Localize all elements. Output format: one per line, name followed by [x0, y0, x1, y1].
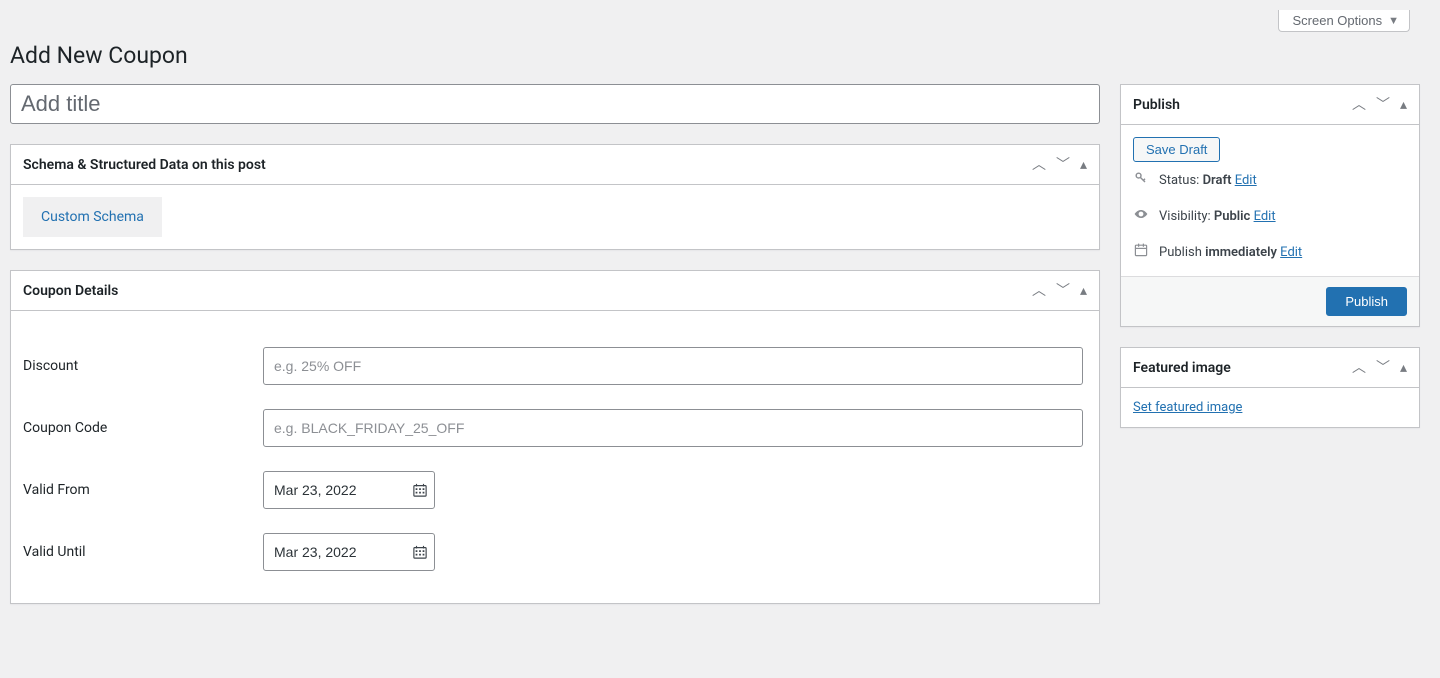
toggle-icon[interactable]: ▴	[1400, 361, 1407, 375]
featured-image-title: Featured image	[1133, 360, 1231, 376]
coupon-code-input[interactable]	[263, 409, 1083, 447]
featured-image-header: Featured image ︿ ﹀ ▴	[1121, 348, 1419, 388]
coupon-details-box: Coupon Details ︿ ﹀ ▴ Discount Coupon Cod…	[10, 270, 1100, 604]
coupon-code-label: Coupon Code	[23, 420, 263, 436]
schedule-text: Publish immediately Edit	[1159, 245, 1302, 260]
publish-box: Publish ︿ ﹀ ▴ Save Draft Status:	[1120, 84, 1420, 327]
coupon-details-header: Coupon Details ︿ ﹀ ▴	[11, 271, 1099, 311]
move-up-icon[interactable]: ︿	[1352, 361, 1366, 375]
featured-image-box: Featured image ︿ ﹀ ▴ Set featured image	[1120, 347, 1420, 428]
schema-box-title: Schema & Structured Data on this post	[23, 157, 266, 173]
move-down-icon[interactable]: ﹀	[1056, 284, 1070, 298]
schema-box: Schema & Structured Data on this post ︿ …	[10, 144, 1100, 250]
publish-button[interactable]: Publish	[1326, 287, 1407, 316]
screen-options-label: Screen Options	[1293, 13, 1383, 28]
eye-icon	[1133, 206, 1149, 226]
screen-options-button[interactable]: Screen Options ▼	[1278, 10, 1411, 32]
move-down-icon[interactable]: ﹀	[1376, 98, 1390, 112]
publish-box-title: Publish	[1133, 97, 1180, 113]
valid-until-input[interactable]	[263, 533, 435, 571]
set-featured-image-link[interactable]: Set featured image	[1133, 400, 1242, 415]
valid-until-label: Valid Until	[23, 544, 263, 560]
schema-box-header: Schema & Structured Data on this post ︿ …	[11, 145, 1099, 185]
valid-from-label: Valid From	[23, 482, 263, 498]
chevron-down-icon: ▼	[1388, 15, 1399, 27]
coupon-title-input[interactable]	[10, 84, 1100, 124]
toggle-icon[interactable]: ▴	[1400, 98, 1407, 112]
move-up-icon[interactable]: ︿	[1032, 284, 1046, 298]
valid-from-input[interactable]	[263, 471, 435, 509]
custom-schema-tab[interactable]: Custom Schema	[23, 197, 162, 237]
calendar-icon	[1133, 242, 1149, 262]
visibility-text: Visibility: Public Edit	[1159, 209, 1276, 224]
page-title: Add New Coupon	[10, 42, 1420, 69]
toggle-icon[interactable]: ▴	[1080, 284, 1087, 298]
toggle-icon[interactable]: ▴	[1080, 158, 1087, 172]
move-down-icon[interactable]: ﹀	[1376, 361, 1390, 375]
status-text: Status: Draft Edit	[1159, 173, 1257, 188]
discount-label: Discount	[23, 358, 263, 374]
move-up-icon[interactable]: ︿	[1032, 158, 1046, 172]
edit-schedule-link[interactable]: Edit	[1280, 245, 1302, 260]
discount-input[interactable]	[263, 347, 1083, 385]
key-icon	[1133, 170, 1149, 190]
edit-visibility-link[interactable]: Edit	[1254, 209, 1276, 224]
save-draft-button[interactable]: Save Draft	[1133, 137, 1220, 162]
move-down-icon[interactable]: ﹀	[1056, 158, 1070, 172]
publish-box-header: Publish ︿ ﹀ ▴	[1121, 85, 1419, 125]
edit-status-link[interactable]: Edit	[1235, 173, 1257, 188]
coupon-details-title: Coupon Details	[23, 283, 118, 299]
move-up-icon[interactable]: ︿	[1352, 98, 1366, 112]
